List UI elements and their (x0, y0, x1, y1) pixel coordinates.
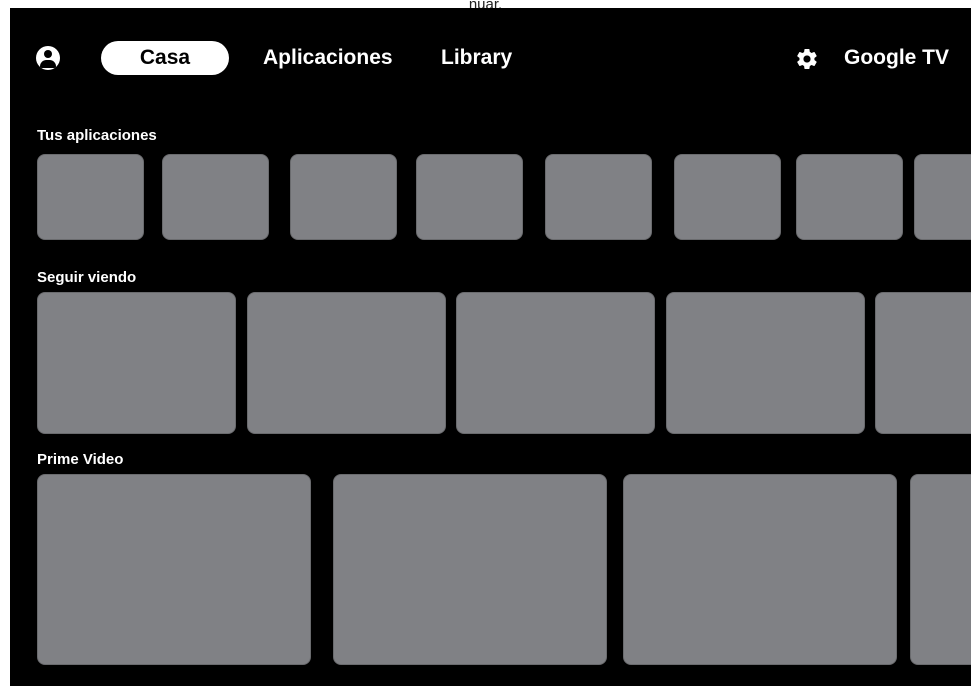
person-icon[interactable] (36, 46, 60, 70)
top-caption: nuar. (0, 0, 971, 8)
section-title-apps: Tus aplicaciones (37, 127, 157, 144)
content-tile[interactable] (456, 292, 655, 434)
section-title-continue: Seguir viendo (37, 269, 137, 286)
app-tile[interactable] (914, 154, 971, 240)
tv-screen: Casa Aplicaciones Library Google TV Tus … (10, 8, 971, 686)
content-tile[interactable] (875, 292, 971, 434)
content-tile[interactable] (247, 292, 446, 434)
content-tile[interactable] (910, 474, 971, 665)
tab-aplicaciones[interactable]: Aplicaciones (263, 41, 393, 75)
section-title-prime: Prime Video (37, 451, 124, 468)
content-tile[interactable] (666, 292, 865, 434)
content-tile[interactable] (623, 474, 897, 665)
app-tile[interactable] (796, 154, 903, 240)
tab-library[interactable]: Library (441, 41, 512, 75)
brand-label: Google TV (844, 46, 949, 69)
tab-casa[interactable]: Casa (101, 41, 229, 75)
gear-icon[interactable] (795, 47, 819, 71)
content-tile[interactable] (37, 292, 236, 434)
content-tile[interactable] (333, 474, 607, 665)
top-nav: Casa Aplicaciones Library Google TV (10, 36, 971, 84)
app-tile[interactable] (545, 154, 652, 240)
content-tile[interactable] (37, 474, 311, 665)
app-tile[interactable] (290, 154, 397, 240)
app-tile[interactable] (416, 154, 523, 240)
app-tile[interactable] (674, 154, 781, 240)
app-tile[interactable] (162, 154, 269, 240)
app-tile[interactable] (37, 154, 144, 240)
